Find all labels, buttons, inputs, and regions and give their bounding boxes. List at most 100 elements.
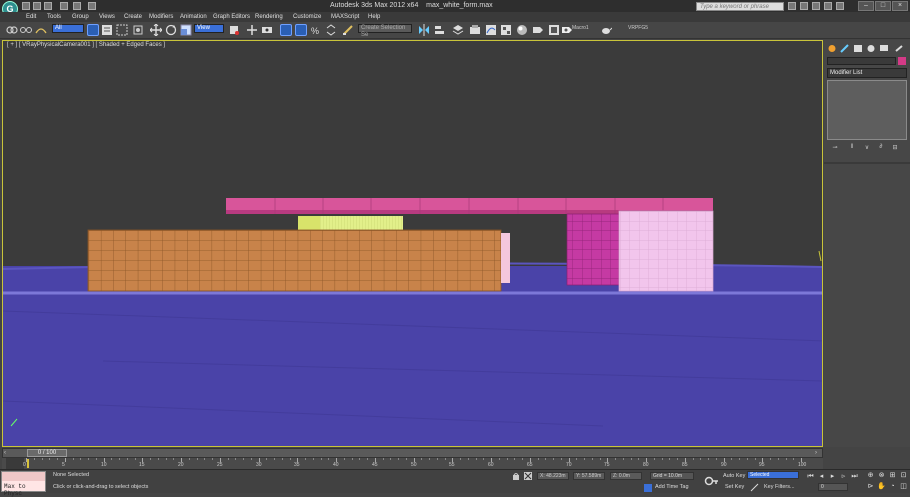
- menu-rendering[interactable]: Rendering: [255, 12, 283, 22]
- menu-graph-editors[interactable]: Graph Editors: [213, 12, 250, 22]
- menu-help[interactable]: Help: [368, 12, 380, 22]
- favorites-star-icon[interactable]: [824, 2, 832, 10]
- modifier-list-dropdown[interactable]: Modifier List: [827, 68, 907, 78]
- next-frame-icon[interactable]: ›: [815, 450, 817, 456]
- communication-icon[interactable]: [812, 2, 820, 10]
- select-by-name-icon[interactable]: [101, 24, 113, 36]
- modifier-stack[interactable]: [827, 80, 907, 140]
- menu-modifiers[interactable]: Modifiers: [149, 12, 173, 22]
- select-manipulate-icon[interactable]: [246, 24, 258, 36]
- add-time-tag-button[interactable]: Add Time Tag: [655, 484, 689, 490]
- undo-icon[interactable]: [60, 2, 68, 10]
- perspective-viewport[interactable]: [ + ] [ VRayPhysicalCamera001 ] [ Shaded…: [2, 40, 823, 447]
- lock-selection-icon[interactable]: [512, 472, 520, 480]
- snaps-toggle-icon[interactable]: [280, 24, 292, 36]
- named-selection-set-dropdown[interactable]: Create Selection Se: [358, 24, 412, 38]
- save-file-icon[interactable]: [44, 2, 52, 10]
- selection-filter-dropdown[interactable]: All: [52, 24, 84, 33]
- rendered-frame-window-icon[interactable]: [548, 24, 560, 36]
- menu-tools[interactable]: Tools: [47, 12, 61, 22]
- go-to-start-icon[interactable]: ⏮: [806, 472, 815, 481]
- hierarchy-tab-icon[interactable]: [853, 44, 863, 53]
- motion-tab-icon[interactable]: [866, 44, 876, 53]
- close-button[interactable]: ×: [892, 1, 908, 11]
- light-pink-box[interactable]: [618, 210, 714, 292]
- maxscript-text[interactable]: Max to Physc: [4, 483, 45, 497]
- zoom-all-icon[interactable]: ⊗: [877, 471, 886, 480]
- mini-curve-editor-toggle[interactable]: [6, 458, 24, 469]
- pan-icon[interactable]: ✋: [877, 482, 886, 491]
- menu-views[interactable]: Views: [99, 12, 115, 22]
- vray-label[interactable]: VRPFG5: [628, 25, 648, 31]
- link-icon[interactable]: [6, 24, 18, 36]
- key-filters-button[interactable]: Key Filters...: [764, 484, 795, 490]
- align-icon[interactable]: [434, 24, 446, 36]
- menu-group[interactable]: Group: [72, 12, 89, 22]
- help-icon[interactable]: [836, 2, 844, 10]
- orange-block[interactable]: [87, 229, 502, 292]
- next-frame-button-icon[interactable]: ▹: [839, 472, 848, 481]
- x-coordinate-field[interactable]: X: 48.223m: [537, 472, 569, 480]
- thin-pink-panel[interactable]: [501, 233, 510, 283]
- curve-editor-icon[interactable]: [485, 24, 497, 36]
- field-of-view-icon[interactable]: ⊳: [866, 482, 875, 491]
- menu-create[interactable]: Create: [124, 12, 142, 22]
- render-setup-icon[interactable]: [532, 24, 544, 36]
- zoom-extents-icon[interactable]: ⊞: [888, 471, 897, 480]
- prev-frame-icon[interactable]: ‹: [4, 450, 6, 456]
- maximize-viewport-icon[interactable]: ◫: [899, 482, 908, 491]
- previous-frame-icon[interactable]: ◂: [817, 472, 826, 481]
- project-folder-icon[interactable]: [88, 2, 96, 10]
- show-end-result-icon[interactable]: ‖: [847, 144, 857, 151]
- redo-icon[interactable]: [73, 2, 81, 10]
- modify-tab-icon[interactable]: [840, 44, 850, 53]
- search-input[interactable]: Type a keyword or phrase: [696, 2, 784, 11]
- window-crossing-icon[interactable]: [132, 24, 144, 36]
- angle-snap-icon[interactable]: [295, 24, 307, 36]
- menu-customize[interactable]: Customize: [293, 12, 321, 22]
- time-slider[interactable]: ‹ 0 / 100 ›: [2, 448, 823, 458]
- select-object-icon[interactable]: [87, 24, 99, 36]
- unlink-icon[interactable]: [20, 24, 32, 36]
- maximize-button[interactable]: □: [875, 1, 891, 11]
- rectangular-selection-icon[interactable]: [116, 24, 128, 36]
- binoculars-icon[interactable]: [788, 2, 796, 10]
- z-coordinate-field[interactable]: Z: 0.0m: [610, 472, 642, 480]
- subscription-icon[interactable]: [800, 2, 808, 10]
- remove-modifier-icon[interactable]: ∂: [876, 144, 886, 151]
- menu-edit[interactable]: Edit: [26, 12, 36, 22]
- percent-snap-icon[interactable]: %: [310, 24, 322, 36]
- magenta-box[interactable]: [566, 213, 620, 286]
- keyboard-shortcut-override-icon[interactable]: [261, 24, 273, 36]
- rotate-icon[interactable]: [165, 24, 177, 36]
- set-key-icon[interactable]: [704, 474, 718, 488]
- current-frame-field[interactable]: 0: [818, 483, 848, 491]
- track-bar[interactable]: 0 5 10 15 20 25 30 35 40 45 50 55 60 65 70 75 80 85 90 95 10…: [2, 458, 823, 469]
- absolute-mode-icon[interactable]: [524, 472, 532, 480]
- material-editor-icon[interactable]: [516, 24, 528, 36]
- pivot-center-icon[interactable]: [228, 24, 240, 36]
- y-coordinate-field[interactable]: Y: 57.589m: [573, 472, 605, 480]
- new-file-icon[interactable]: [22, 2, 30, 10]
- teapot-render-icon[interactable]: [600, 24, 612, 36]
- bind-spacewarp-icon[interactable]: [35, 24, 47, 36]
- menu-maxscript[interactable]: MAXScript: [331, 12, 359, 22]
- configure-modifier-sets-icon[interactable]: ⊟: [890, 144, 900, 151]
- utilities-tab-icon[interactable]: [894, 44, 904, 53]
- schematic-view-icon[interactable]: [500, 24, 512, 36]
- auto-key-button[interactable]: Auto Key: [723, 473, 745, 479]
- menu-animation[interactable]: Animation: [180, 12, 207, 22]
- macro-label[interactable]: Macro1: [572, 25, 589, 31]
- orbit-icon[interactable]: ◔: [888, 482, 897, 491]
- create-tab-icon[interactable]: [827, 44, 837, 53]
- zoom-icon[interactable]: ⊕: [866, 471, 875, 480]
- key-filter-icon[interactable]: [750, 483, 759, 492]
- make-unique-icon[interactable]: ∨: [862, 144, 872, 151]
- graphite-modeling-tools-icon[interactable]: [469, 24, 481, 36]
- time-tag-icon[interactable]: [644, 484, 652, 492]
- pin-stack-icon[interactable]: ⊸: [830, 144, 840, 151]
- object-color-swatch[interactable]: [898, 57, 906, 65]
- scale-icon[interactable]: [180, 24, 192, 36]
- open-file-icon[interactable]: [33, 2, 41, 10]
- time-slider-thumb[interactable]: 0 / 100: [27, 449, 67, 457]
